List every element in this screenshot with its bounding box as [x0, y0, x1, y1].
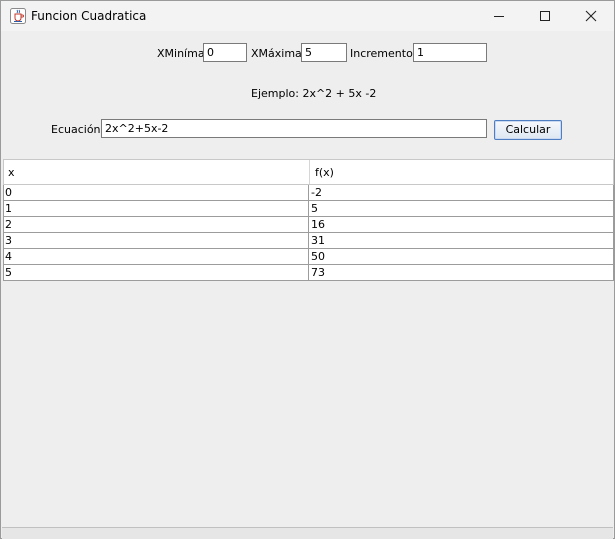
example-text: Ejemplo: 2x^2 + 5x -2: [251, 87, 377, 100]
equation-input[interactable]: [101, 119, 487, 138]
maximize-button[interactable]: [522, 1, 568, 31]
table-row[interactable]: 2 16: [3, 217, 614, 233]
cell-fx: 31: [311, 234, 325, 247]
xmin-label: XMiníma:: [157, 47, 209, 60]
java-cup-icon: [10, 8, 26, 24]
xmin-input[interactable]: [203, 43, 247, 62]
column-header-x[interactable]: x: [8, 160, 15, 184]
cell-fx: 73: [311, 266, 325, 279]
table-row[interactable]: 0 -2: [3, 185, 614, 201]
maximize-icon: [540, 11, 550, 21]
xmax-label: XMáxima:: [251, 47, 306, 60]
cell-fx: 50: [311, 250, 325, 263]
cell-fx: -2: [311, 186, 322, 199]
cell-fx: 5: [311, 202, 318, 215]
table-row[interactable]: 5 73: [3, 265, 614, 281]
cell-x: 4: [5, 250, 12, 263]
table-body: 0 -2 1 5 2 16 3 31 4 50 5 73: [3, 185, 614, 281]
xmax-input[interactable]: [301, 43, 347, 62]
cell-x: 3: [5, 234, 12, 247]
calculate-button[interactable]: Calcular: [494, 120, 562, 140]
column-divider: [308, 249, 309, 264]
window-title: Funcion Cuadratica: [31, 9, 147, 23]
cell-x: 1: [5, 202, 12, 215]
table-row[interactable]: 4 50: [3, 249, 614, 265]
cell-x: 2: [5, 218, 12, 231]
equation-label: Ecuación:: [51, 123, 105, 136]
header-divider: [309, 160, 310, 184]
increment-input[interactable]: [413, 43, 487, 62]
column-divider: [308, 265, 309, 280]
results-table[interactable]: x f(x) 0 -2 1 5 2 16 3 31 4 50 5 73: [2, 158, 614, 528]
table-header: x f(x): [3, 159, 614, 185]
cell-fx: 16: [311, 218, 325, 231]
close-button[interactable]: [568, 1, 614, 31]
minimize-icon: [494, 16, 504, 17]
column-divider: [308, 217, 309, 232]
bottom-edge: [2, 527, 613, 539]
cell-x: 0: [5, 186, 12, 199]
cell-x: 5: [5, 266, 12, 279]
table-row[interactable]: 3 31: [3, 233, 614, 249]
column-divider: [308, 201, 309, 216]
column-divider: [308, 233, 309, 248]
close-icon: [585, 10, 597, 22]
app-window: Funcion Cuadratica XMiníma: XMáxima: Inc…: [0, 0, 615, 539]
title-bar[interactable]: Funcion Cuadratica: [1, 1, 614, 31]
increment-label: Incremento:: [350, 47, 417, 60]
column-header-fx[interactable]: f(x): [315, 160, 334, 184]
table-row[interactable]: 1 5: [3, 201, 614, 217]
minimize-button[interactable]: [476, 1, 522, 31]
column-divider: [308, 185, 309, 200]
